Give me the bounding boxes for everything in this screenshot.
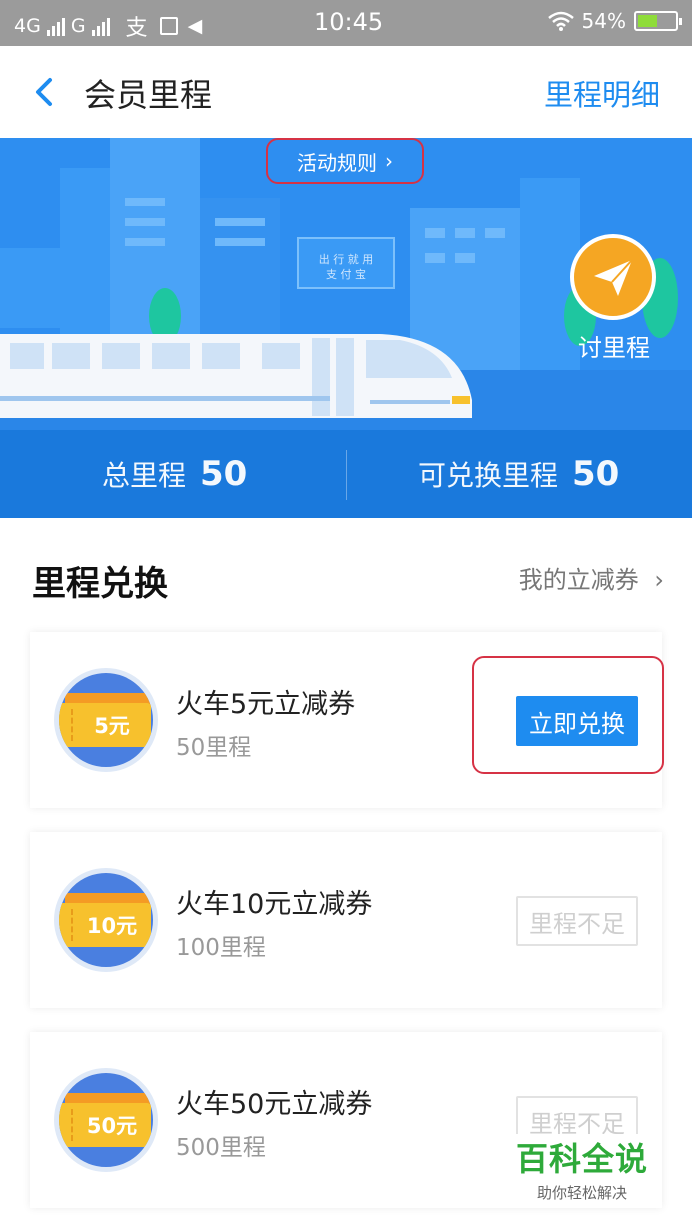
coupon-card: 5元 火车5元立减券 50里程 立即兑换 bbox=[30, 632, 664, 808]
carrier-label-g: G bbox=[70, 15, 86, 37]
promo-banner: 出 行 就 用 支 付 宝 活动规则 › 讨里程 bbox=[0, 138, 692, 430]
chevron-right-icon: › bbox=[654, 566, 664, 594]
signal-bars-icon bbox=[46, 16, 65, 36]
mileage-stats: 总里程 50 可兑换里程 50 bbox=[0, 430, 692, 518]
coupon-ticket-icon: 50元 bbox=[54, 1068, 158, 1172]
redeem-section: 里程兑换 我的立减券 › 5元 火车5元立减券 50里程 立即兑换 10元 火车… bbox=[0, 518, 692, 1230]
coupon-cost: 500里程 bbox=[176, 1135, 266, 1161]
paper-plane-icon bbox=[594, 259, 633, 296]
insufficient-mileage-button: 里程不足 bbox=[516, 896, 638, 946]
alipay-notification-icon: 支 bbox=[125, 16, 148, 41]
signal-indicators: 4G G 支 ◀ bbox=[14, 10, 202, 42]
activity-rules-label: 活动规则 bbox=[297, 150, 377, 175]
coupon-card: 10元 火车10元立减券 100里程 里程不足 bbox=[30, 832, 662, 1008]
watermark-logo: 百科全说 助你轻松解决 bbox=[512, 1134, 652, 1203]
total-mileage-value: 50 bbox=[200, 454, 248, 494]
redeem-now-button[interactable]: 立即兑换 bbox=[516, 696, 638, 746]
ticket-badge: 10元 bbox=[59, 903, 151, 947]
redeemable-mileage-value: 50 bbox=[572, 454, 620, 494]
nav-bar: 会员里程 里程明细 bbox=[0, 46, 692, 138]
battery-percent: 54% bbox=[581, 9, 626, 33]
coupon-title: 火车50元立减券 bbox=[176, 1089, 373, 1120]
wifi-icon bbox=[547, 11, 574, 31]
watermark-sub-text: 助你轻松解决 bbox=[536, 1184, 627, 1202]
redeemable-mileage-label: 可兑换里程 bbox=[418, 459, 559, 492]
ticket-badge: 50元 bbox=[59, 1103, 151, 1147]
sign-board-text: 出 行 就 用 支 付 宝 bbox=[318, 253, 374, 281]
signal-bars-icon-2 bbox=[91, 16, 110, 36]
coupon-cost: 50里程 bbox=[176, 735, 252, 761]
section-title: 里程兑换 bbox=[32, 564, 168, 604]
mileage-detail-link[interactable]: 里程明细 bbox=[544, 72, 660, 114]
total-mileage: 总里程 50 bbox=[102, 430, 247, 518]
ticket-badge: 5元 bbox=[59, 703, 151, 747]
watermark-main-text: 百科全说 bbox=[515, 1140, 648, 1178]
page-title: 会员里程 bbox=[84, 76, 213, 114]
ask-mileage-label: 讨里程 bbox=[578, 334, 650, 362]
notification-box-icon bbox=[159, 17, 178, 35]
carrier-label-4g: 4G bbox=[14, 15, 41, 37]
back-arrow-icon[interactable] bbox=[28, 74, 64, 110]
chevron-right-icon: › bbox=[385, 149, 393, 173]
coupon-title: 火车10元立减券 bbox=[176, 889, 373, 920]
status-bar: 4G G 支 ◀ 10:45 54% bbox=[0, 0, 692, 46]
total-mileage-label: 总里程 bbox=[102, 459, 187, 492]
battery-icon bbox=[634, 11, 682, 31]
ask-mileage-button[interactable] bbox=[570, 234, 656, 320]
my-coupons-link[interactable]: 我的立减券 › bbox=[519, 560, 664, 595]
coupon-title: 火车5元立减券 bbox=[176, 689, 356, 720]
activity-rules-button[interactable]: 活动规则 › bbox=[266, 138, 424, 184]
stats-divider bbox=[346, 450, 347, 500]
coupon-ticket-icon: 10元 bbox=[54, 868, 158, 972]
vibrate-icon: ◀ bbox=[187, 15, 203, 37]
my-coupons-label: 我的立减券 bbox=[518, 566, 639, 594]
clock: 10:45 bbox=[314, 8, 384, 36]
redeemable-mileage: 可兑换里程 50 bbox=[418, 430, 619, 518]
coupon-cost: 100里程 bbox=[176, 935, 266, 961]
coupon-ticket-icon: 5元 bbox=[54, 668, 158, 772]
